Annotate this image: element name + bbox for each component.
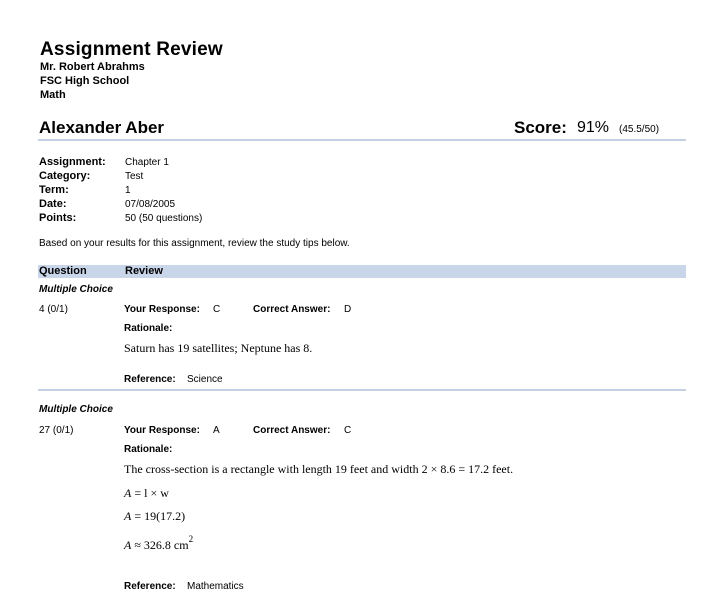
equation-rhs: = l × w	[134, 486, 169, 500]
question-section-label: Multiple Choice	[39, 284, 113, 295]
header-divider	[38, 139, 686, 141]
question-number: 4 (0/1)	[39, 304, 68, 315]
category-value: Test	[125, 171, 144, 182]
reference-value: Mathematics	[187, 581, 244, 592]
date-value: 07/08/2005	[125, 199, 176, 210]
your-response-value: C	[213, 304, 221, 315]
score-percent: 91%	[577, 119, 610, 136]
assignment-label: Assignment:	[39, 156, 106, 168]
equation-lhs: A	[124, 538, 132, 552]
your-response-value: A	[213, 425, 220, 436]
equation-rhs: = 19(17.2)	[134, 509, 186, 523]
subject-name: Math	[40, 89, 66, 101]
term-label: Term:	[39, 184, 69, 196]
equation-lhs: A	[124, 509, 132, 523]
rationale-text: The cross-section is a rectangle with le…	[124, 462, 514, 476]
equation-area-formula: A = l × w	[124, 486, 169, 501]
term-value: 1	[125, 185, 131, 196]
school-name: FSC High School	[40, 75, 130, 87]
correct-answer-label: Correct Answer:	[253, 304, 331, 315]
page-title: Assignment Review	[40, 39, 223, 60]
reference-label: Reference:	[124, 374, 176, 385]
question-number: 27 (0/1)	[39, 425, 74, 436]
your-response-label: Your Response:	[124, 304, 200, 315]
reference-label: Reference:	[124, 581, 176, 592]
question-divider	[38, 389, 686, 391]
correct-answer-value: C	[344, 425, 352, 436]
teacher-name: Mr. Robert Abrahms	[40, 61, 145, 73]
column-question: Question	[39, 265, 87, 277]
date-label: Date:	[39, 198, 67, 210]
points-value: 50 (50 questions)	[125, 213, 203, 224]
equation-rhs: ≈ 326.8 cm	[134, 538, 189, 552]
rationale-label: Rationale:	[124, 323, 173, 334]
equation-area-result: A ≈ 326.8 cm2	[124, 534, 194, 553]
assignment-value: Chapter 1	[125, 157, 169, 168]
score-detail: (45.5/50)	[619, 124, 660, 135]
your-response-label: Your Response:	[124, 425, 200, 436]
student-name: Alexander Aber	[39, 118, 165, 137]
score-label: Score:	[514, 118, 567, 137]
equation-lhs: A	[124, 486, 132, 500]
correct-answer-label: Correct Answer:	[253, 425, 331, 436]
column-review: Review	[125, 265, 163, 277]
question-section-label: Multiple Choice	[39, 404, 113, 415]
equation-area-substitution: A = 19(17.2)	[124, 509, 185, 524]
category-label: Category:	[39, 170, 91, 182]
study-tips-note: Based on your results for this assignmen…	[39, 238, 350, 249]
rationale-text: Saturn has 19 satellites; Neptune has 8.	[124, 341, 313, 355]
equation-exponent: 2	[188, 534, 194, 544]
correct-answer-value: D	[344, 304, 352, 315]
reference-value: Science	[187, 374, 223, 385]
rationale-label: Rationale:	[124, 444, 173, 455]
points-label: Points:	[39, 212, 77, 224]
